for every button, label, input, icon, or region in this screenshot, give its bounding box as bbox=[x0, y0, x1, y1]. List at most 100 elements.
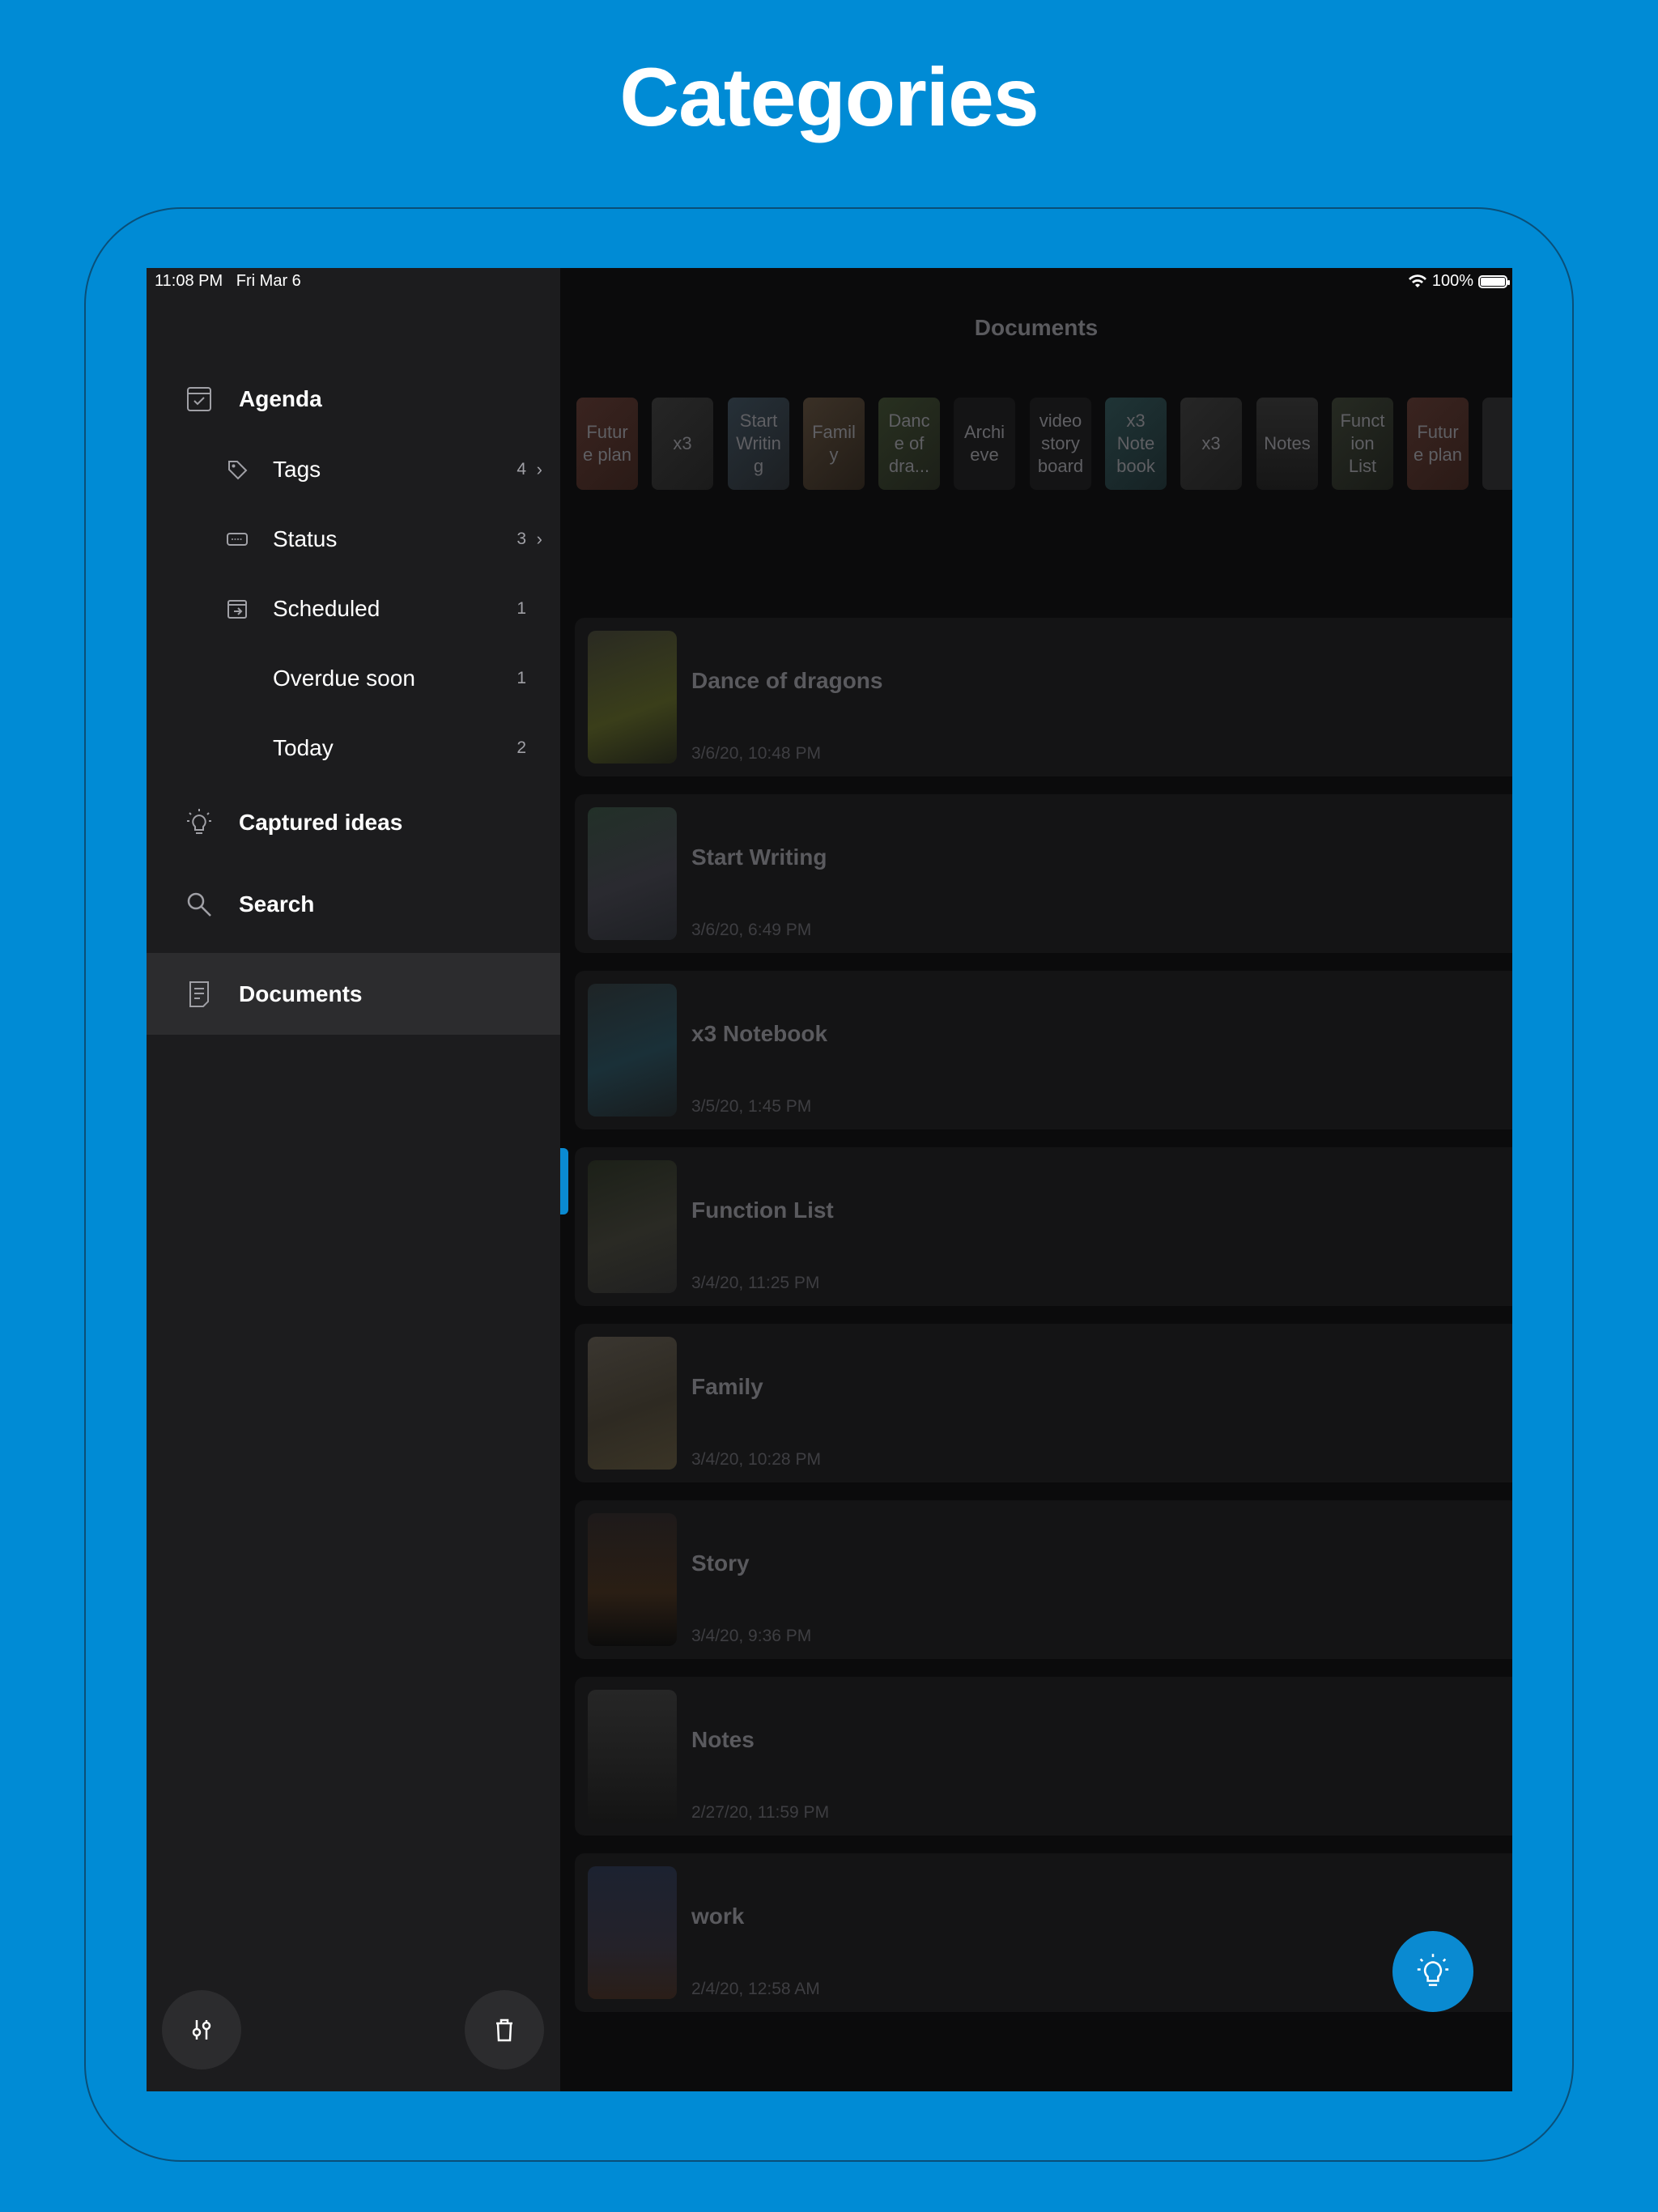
app-screen: 11:08 PM Fri Mar 6 100% Agenda Tags 4 › … bbox=[147, 268, 1512, 2091]
split-view-handle[interactable] bbox=[560, 1148, 568, 1214]
strip-thumb[interactable]: x3 bbox=[1180, 398, 1242, 490]
trash-icon bbox=[496, 2018, 512, 2042]
document-date: 2/27/20, 11:59 PM bbox=[691, 1803, 830, 1822]
strip-thumb[interactable]: Danc e of dra... bbox=[878, 398, 940, 490]
document-date: 3/6/20, 6:49 PM bbox=[691, 921, 812, 939]
sidebar-item-documents[interactable]: Documents bbox=[147, 953, 560, 1035]
sidebar-label: Captured ideas bbox=[239, 810, 403, 835]
document-thumbnail bbox=[588, 1866, 677, 1999]
document-thumbnail bbox=[588, 1337, 677, 1470]
status-icon bbox=[221, 523, 253, 555]
sidebar-item-scheduled[interactable]: Scheduled 1 bbox=[147, 586, 560, 632]
sidebar-label: Status bbox=[273, 526, 338, 551]
sidebar-label: Agenda bbox=[239, 386, 322, 411]
document-row[interactable]: work 2/4/20, 12:58 AM bbox=[575, 1853, 1512, 2012]
thumb-label: x3 bbox=[673, 433, 692, 453]
document-row[interactable]: x3 Notebook 3/5/20, 1:45 PM bbox=[575, 971, 1512, 1129]
document-row[interactable]: Notes 2/27/20, 11:59 PM bbox=[575, 1677, 1512, 1836]
document-date: 3/4/20, 9:36 PM bbox=[691, 1627, 812, 1645]
document-row[interactable]: Function List 3/4/20, 11:25 PM bbox=[575, 1147, 1512, 1306]
documents-panel: Documents Futur e plan x3 Start Writin g… bbox=[560, 268, 1512, 2091]
page-headline: Categories bbox=[619, 51, 1039, 143]
document-name: Dance of dragons bbox=[691, 668, 883, 693]
thumb-label: x3 bbox=[1201, 433, 1221, 453]
strip-thumb[interactable]: Futur e plan bbox=[1407, 398, 1469, 490]
status-bar: 11:08 PM Fri Mar 6 100% bbox=[147, 268, 1512, 294]
document-name: Family bbox=[691, 1374, 763, 1399]
document-date: 3/5/20, 1:45 PM bbox=[691, 1097, 812, 1116]
overdue-count: 1 bbox=[517, 669, 526, 687]
sidebar-label: Tags bbox=[273, 457, 321, 482]
chevron-right-icon: › bbox=[536, 459, 542, 479]
strip-thumb[interactable] bbox=[1482, 398, 1512, 490]
strip-thumb[interactable]: Archi eve bbox=[954, 398, 1015, 490]
trash-button[interactable] bbox=[465, 1990, 544, 2069]
thumb-label: Famil y bbox=[812, 422, 856, 465]
document-name: Notes bbox=[691, 1727, 755, 1752]
sidebar-item-today[interactable]: Today 2 bbox=[147, 725, 560, 771]
thumb-label: Futur e plan bbox=[1414, 422, 1462, 465]
document-thumbnail bbox=[588, 984, 677, 1117]
strip-thumb[interactable]: Notes bbox=[1256, 398, 1318, 490]
document-row[interactable]: Dance of dragons 3/6/20, 10:48 PM bbox=[575, 618, 1512, 776]
page-title: Documents bbox=[974, 315, 1099, 340]
sidebar: Agenda Tags 4 › Status 3 › Scheduled 1 O… bbox=[147, 268, 560, 2091]
document-date: 3/4/20, 10:28 PM bbox=[691, 1450, 821, 1469]
strip-thumb[interactable]: Funct ion List bbox=[1332, 398, 1393, 490]
wifi-icon bbox=[1408, 274, 1426, 287]
document-icon bbox=[183, 978, 215, 1010]
status-time: 11:08 PM Fri Mar 6 bbox=[155, 272, 301, 291]
document-row[interactable]: Story 3/4/20, 9:36 PM bbox=[575, 1500, 1512, 1659]
document-date: 3/4/20, 11:25 PM bbox=[691, 1274, 820, 1292]
document-name: Function List bbox=[691, 1197, 834, 1223]
document-thumbnail bbox=[588, 1160, 677, 1293]
sidebar-label: Scheduled bbox=[273, 596, 380, 621]
document-date: 2/4/20, 12:58 AM bbox=[691, 1980, 820, 1998]
strip-thumb[interactable]: Famil y bbox=[803, 398, 865, 490]
sidebar-label: Search bbox=[239, 891, 315, 917]
sidebar-item-captured-ideas[interactable]: Captured ideas bbox=[147, 800, 560, 845]
thumb-label: Notes bbox=[1264, 433, 1311, 453]
time-label: 11:08 PM bbox=[155, 272, 223, 290]
sidebar-item-agenda[interactable]: Agenda bbox=[147, 376, 560, 422]
strip-thumb[interactable]: Futur e plan bbox=[576, 398, 638, 490]
status-count: 3 bbox=[517, 530, 526, 548]
tag-icon bbox=[221, 453, 253, 486]
checkbox-icon bbox=[183, 383, 215, 415]
date-label: Fri Mar 6 bbox=[236, 272, 301, 290]
sidebar-label: Documents bbox=[239, 981, 363, 1006]
capture-idea-button[interactable] bbox=[1392, 1931, 1473, 2012]
tags-count: 4 bbox=[517, 460, 526, 479]
document-name: Story bbox=[691, 1551, 750, 1576]
thumb-label: x3 Note book bbox=[1116, 410, 1155, 476]
document-thumbnail bbox=[588, 1690, 677, 1823]
document-thumbnail bbox=[588, 807, 677, 940]
sidebar-item-search[interactable]: Search bbox=[147, 882, 560, 927]
strip-thumb[interactable]: x3 bbox=[652, 398, 713, 490]
sidebar-label: Today bbox=[273, 735, 334, 760]
status-right: 100% bbox=[1408, 272, 1510, 291]
sidebar-item-status[interactable]: Status 3 › bbox=[147, 517, 560, 562]
document-thumbnail bbox=[588, 631, 677, 764]
strip-thumb[interactable]: x3 Note book bbox=[1105, 398, 1167, 490]
sidebar-label: Overdue soon bbox=[273, 666, 415, 691]
calendar-icon bbox=[221, 593, 253, 625]
filter-button[interactable] bbox=[162, 1990, 241, 2069]
search-icon bbox=[183, 888, 215, 921]
sidebar-item-overdue-soon[interactable]: Overdue soon 1 bbox=[147, 656, 560, 701]
document-date: 3/6/20, 10:48 PM bbox=[691, 744, 821, 763]
scheduled-count: 1 bbox=[517, 599, 526, 618]
lightbulb-icon bbox=[1417, 1954, 1449, 1986]
sliders-icon bbox=[192, 2020, 211, 2040]
chevron-right-icon: › bbox=[536, 529, 542, 549]
document-row[interactable]: Start Writing 3/6/20, 6:49 PM bbox=[575, 794, 1512, 953]
battery-icon bbox=[1478, 274, 1510, 288]
battery-percent: 100% bbox=[1431, 272, 1473, 290]
thumb-label: Futur e plan bbox=[583, 422, 631, 465]
strip-thumb[interactable]: video story board bbox=[1030, 398, 1091, 490]
recent-documents-strip: Futur e plan x3 Start Writin g Famil y D… bbox=[576, 398, 1512, 495]
lightbulb-icon bbox=[183, 806, 215, 839]
document-row[interactable]: Family 3/4/20, 10:28 PM bbox=[575, 1324, 1512, 1482]
strip-thumb[interactable]: Start Writin g bbox=[728, 398, 789, 490]
sidebar-item-tags[interactable]: Tags 4 › bbox=[147, 447, 560, 492]
